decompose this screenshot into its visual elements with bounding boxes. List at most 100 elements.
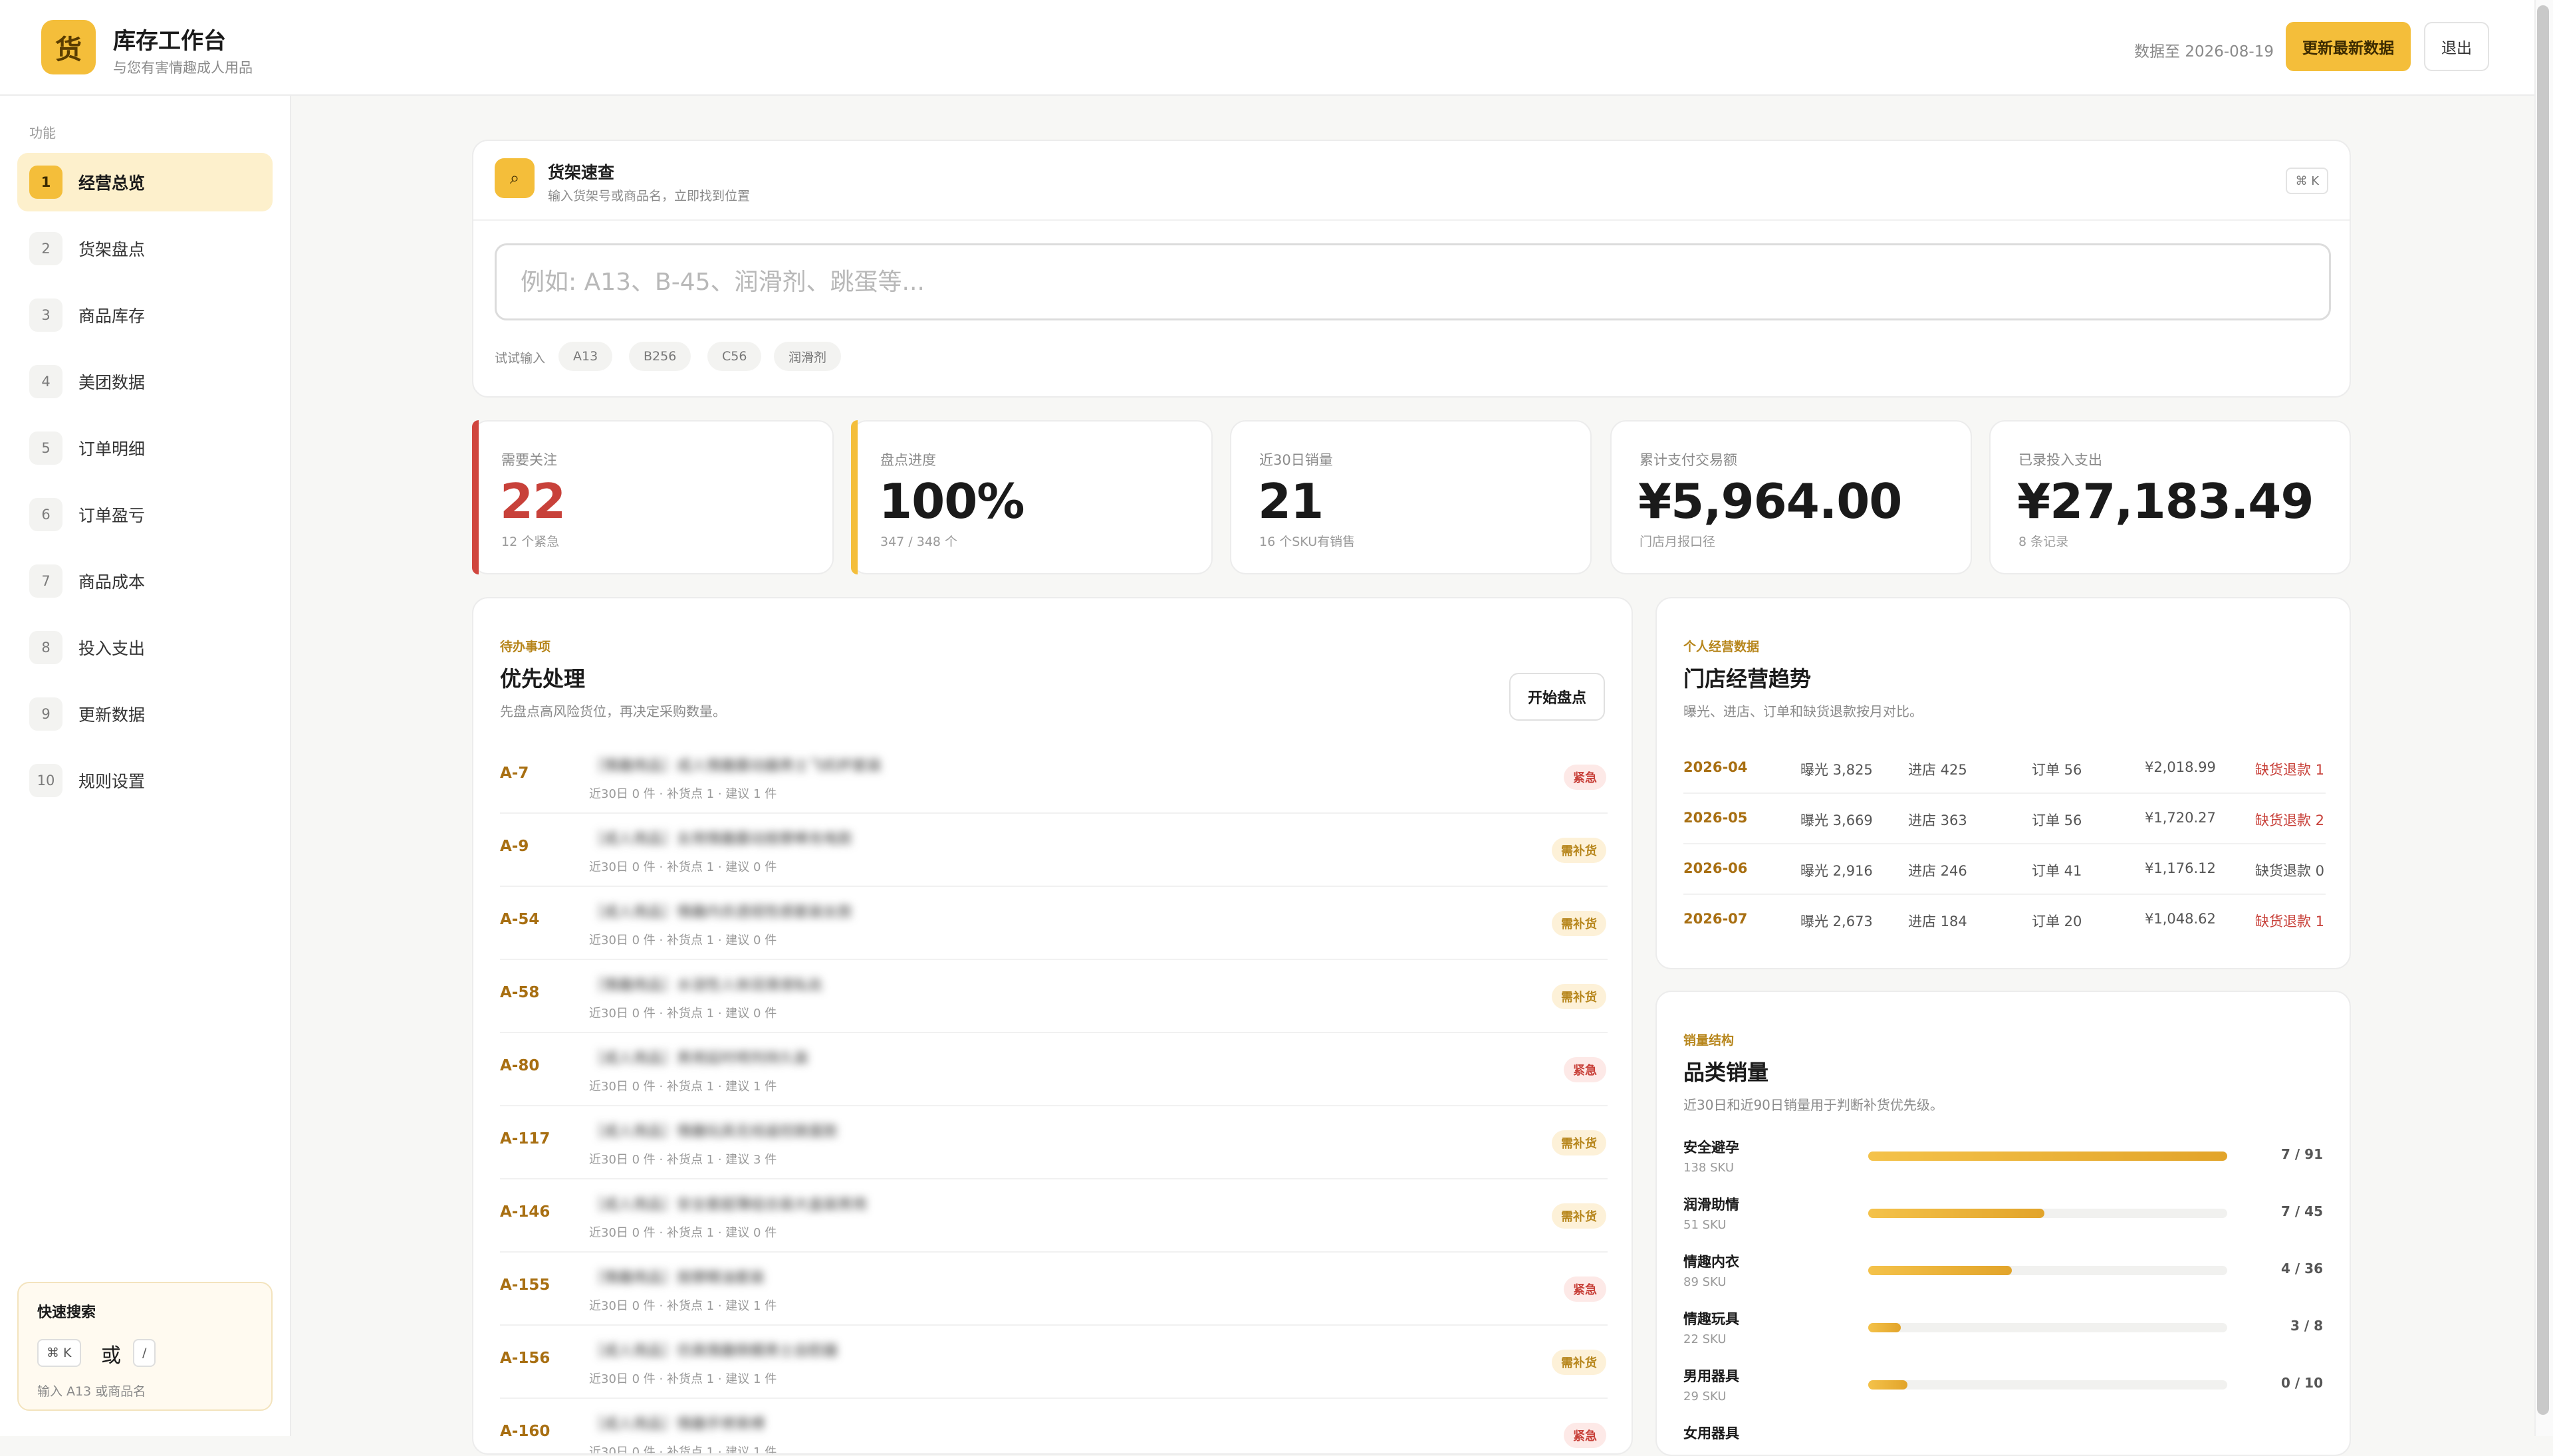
trend-amount: ¥2,018.99: [2145, 759, 2216, 775]
shelf-search-card: ⌕ 货架速查 输入货架号或商品名，立即找到位置 ⌘ K 试试输入 A13 B25…: [472, 140, 2351, 398]
try-input-label: 试试输入: [495, 351, 546, 366]
product-name: ［成人用品］女用情趣震动按摩棒充电款: [589, 831, 853, 848]
category-subtitle: 近30日和近90日销量用于判断补货优先级。: [1683, 1097, 1943, 1113]
shelf-id: A-80: [500, 1057, 540, 1074]
sidebar-item-expenses[interactable]: 8 投入支出: [17, 618, 273, 677]
trend-orders: 订单 20: [2032, 913, 2082, 929]
sidebar-item-meituan[interactable]: 4 美团数据: [17, 352, 273, 411]
sidebar-item-inventory[interactable]: 3 商品库存: [17, 286, 273, 344]
refresh-data-button[interactable]: 更新最新数据: [2286, 22, 2411, 71]
sidebar-item-product-cost[interactable]: 7 商品成本: [17, 552, 273, 610]
product-meta: 近30日 0 件 · 补货点 1 · 建议 1 件: [589, 1445, 777, 1455]
product-name: ［情趣用品］成人情趣震动器男士飞机杯套装: [589, 758, 882, 775]
sidebar-item-order-profit[interactable]: 6 订单盈亏: [17, 485, 273, 544]
kpi-card-sales-30d[interactable]: 近30日销量 21 16 个SKU有销售: [1230, 420, 1592, 574]
kpi-card-count-progress[interactable]: 盘点进度 100% 347 / 348 个: [851, 420, 1213, 574]
category-name: 情趣玩具: [1683, 1311, 1739, 1327]
priority-row[interactable]: A-160 ［成人用品］情趣手铐束缚 近30日 0 件 · 补货点 1 · 建议…: [500, 1399, 1608, 1455]
nav-number: 2: [29, 232, 62, 265]
suggestion-chip[interactable]: B256: [629, 342, 691, 371]
product-meta: 近30日 0 件 · 补货点 1 · 建议 3 件: [589, 1153, 777, 1167]
app-header: 货 库存工作台 与您有害情趣成人用品 数据至 2026-08-19 更新最新数据…: [0, 0, 2553, 96]
nav-label: 投入支出: [78, 639, 146, 658]
trend-title: 门店经营趋势: [1683, 666, 1812, 691]
trend-month: 2026-06: [1683, 860, 1748, 876]
category-count: 7 / 45: [2281, 1203, 2323, 1219]
product-meta: 近30日 0 件 · 补货点 1 · 建议 1 件: [589, 1299, 777, 1313]
trend-amount: ¥1,176.12: [2145, 860, 2216, 876]
category-eyebrow: 销量结构: [1683, 1033, 1735, 1048]
trend-eyebrow: 个人经营数据: [1683, 640, 1760, 654]
category-sku: 51 SKU: [1683, 1218, 1727, 1232]
priority-row[interactable]: A-9 ［成人用品］女用情趣震动按摩棒充电款 近30日 0 件 · 补货点 1 …: [500, 814, 1608, 887]
trend-orders: 订单 56: [2032, 762, 2082, 778]
shortcut-key-slash: /: [133, 1339, 156, 1367]
sidebar-item-orders[interactable]: 5 订单明细: [17, 419, 273, 477]
app-logo: 货: [41, 20, 96, 74]
priority-row[interactable]: A-80 ［成人用品］男用延时喷剂持久装 近30日 0 件 · 补货点 1 · …: [500, 1033, 1608, 1106]
category-bar: [1868, 1209, 2227, 1218]
priority-row[interactable]: A-155 ［情趣用品］按摩精油套装 近30日 0 件 · 补货点 1 · 建议…: [500, 1253, 1608, 1326]
kpi-card-attention[interactable]: 需要关注 22 12 个紧急: [472, 420, 834, 574]
category-count: 0 / 10: [2281, 1375, 2323, 1391]
logout-button[interactable]: 退出: [2424, 22, 2489, 71]
trend-month: 2026-05: [1683, 810, 1748, 826]
kpi-sub: 门店月报口径: [1640, 535, 1716, 549]
trend-month: 2026-07: [1683, 911, 1748, 927]
priority-row[interactable]: A-146 ［成人用品］安全套超薄组合装大盒装男用 近30日 0 件 · 补货点…: [500, 1179, 1608, 1253]
sidebar-item-update-data[interactable]: 9 更新数据: [17, 685, 273, 743]
sidebar-item-overview[interactable]: 1 经营总览: [17, 153, 273, 211]
status-badge: 紧急: [1564, 765, 1606, 790]
quick-search-or: 或: [101, 1344, 121, 1368]
product-meta: 近30日 0 件 · 补货点 1 · 建议 0 件: [589, 1226, 777, 1240]
suggestion-chip[interactable]: A13: [558, 342, 613, 371]
category-bar-fill: [1868, 1266, 2012, 1275]
sidebar-item-rules[interactable]: 10 规则设置: [17, 751, 273, 810]
shelf-search-input[interactable]: [495, 243, 2331, 320]
suggestion-chip[interactable]: C56: [707, 342, 762, 371]
nav-label: 订单盈亏: [78, 506, 146, 525]
product-name: ［成人用品］情趣内衣透视性感套装女款: [589, 904, 853, 921]
sidebar-item-shelf-count[interactable]: 2 货架盘点: [17, 219, 273, 278]
trend-visits: 进店 363: [1908, 812, 1967, 828]
priority-row[interactable]: A-117 ［成人用品］情趣玩具无线遥控跳蛋款 近30日 0 件 · 补货点 1…: [500, 1106, 1608, 1179]
quick-search-title: 快速搜索: [37, 1304, 96, 1321]
trend-visits: 进店 184: [1908, 913, 1967, 929]
priority-row[interactable]: A-7 ［情趣用品］成人情趣震动器男士飞机杯套装 近30日 0 件 · 补货点 …: [500, 741, 1608, 814]
product-name: ［成人用品］情趣手铐束缚: [589, 1416, 765, 1433]
priority-row[interactable]: A-156 ［成人用品］仿真情趣倒模男士自慰器 近30日 0 件 · 补货点 1…: [500, 1326, 1608, 1399]
nav-label: 更新数据: [78, 705, 146, 725]
nav-number: 9: [29, 697, 62, 731]
trend-row: 2026-07 曝光 2,673 进店 184 订单 20 ¥1,048.62 …: [1683, 895, 2326, 945]
kpi-label: 已录投入支出: [2018, 452, 2102, 468]
quick-search-hint: 输入 A13 或商品名: [37, 1384, 146, 1399]
kpi-accent-bar: [851, 420, 858, 574]
product-name: ［成人用品］仿真情趣倒模男士自慰器: [589, 1343, 838, 1360]
trend-exposure: 曝光 2,916: [1800, 863, 1873, 879]
category-sales-card: 销量结构 品类销量 近30日和近90日销量用于判断补货优先级。 安全避孕 138…: [1655, 991, 2351, 1456]
kpi-sub: 8 条记录: [2018, 535, 2069, 549]
product-meta: 近30日 0 件 · 补货点 1 · 建议 1 件: [589, 1372, 777, 1386]
shelf-id: A-146: [500, 1203, 550, 1221]
sidebar: 功能 1 经营总览 2 货架盘点 3 商品库存 4 美团数据 5 订单明细 6 …: [0, 96, 291, 1436]
category-bar-fill: [1868, 1209, 2044, 1218]
category-bar-fill: [1868, 1380, 1908, 1390]
priority-row[interactable]: A-58 ［情趣用品］水溶性人体润滑液私处 近30日 0 件 · 补货点 1 ·…: [500, 960, 1608, 1033]
start-count-button[interactable]: 开始盘点: [1509, 673, 1605, 721]
trend-row: 2026-05 曝光 3,669 进店 363 订单 56 ¥1,720.27 …: [1683, 794, 2326, 844]
nav-number: 6: [29, 498, 62, 531]
app-title: 库存工作台: [113, 28, 226, 55]
kpi-card-expenses[interactable]: 已录投入支出 ¥27,183.49 8 条记录: [1989, 420, 2351, 574]
page-scrollbar-thumb[interactable]: [2537, 5, 2549, 1415]
product-meta: 近30日 0 件 · 补货点 1 · 建议 0 件: [589, 860, 777, 874]
priority-row[interactable]: A-54 ［成人用品］情趣内衣透视性感套装女款 近30日 0 件 · 补货点 1…: [500, 887, 1608, 960]
status-badge: 紧急: [1564, 1276, 1606, 1302]
trend-amount: ¥1,048.62: [2145, 911, 2216, 927]
shortcut-key-cmd-k: ⌘ K: [37, 1339, 81, 1367]
suggestion-chip[interactable]: 润滑剂: [774, 342, 842, 371]
kpi-label: 需要关注: [501, 452, 557, 468]
trend-visits: 进店 246: [1908, 863, 1967, 879]
trend-refund: 缺货退款 0: [2255, 863, 2325, 879]
kpi-card-gmv[interactable]: 累计支付交易额 ¥5,964.00 门店月报口径: [1610, 420, 1972, 574]
search-icon: ⌕: [495, 158, 535, 198]
